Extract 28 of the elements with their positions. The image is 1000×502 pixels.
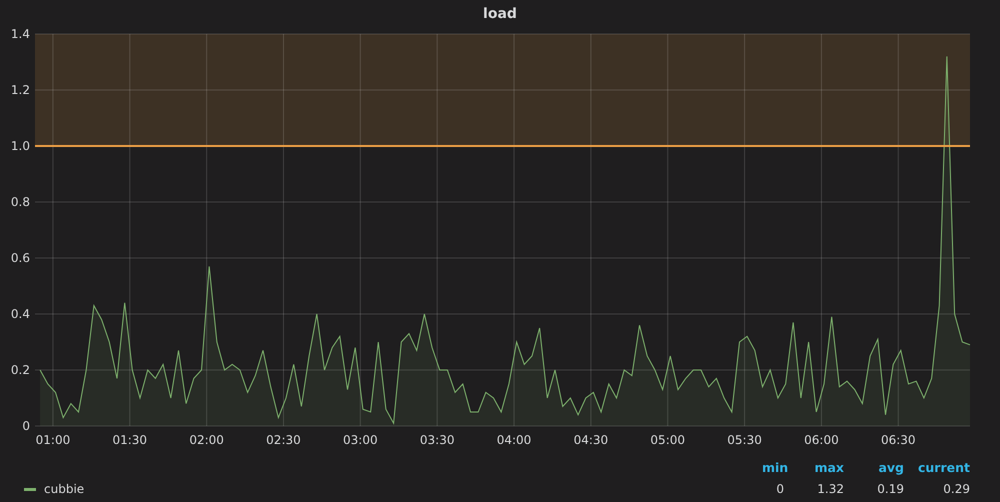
x-tick-label: 04:00: [496, 433, 532, 447]
x-tick-label: 02:00: [189, 433, 224, 447]
legend-column-header[interactable]: avg: [844, 460, 904, 474]
x-tick-label: 04:30: [574, 433, 608, 447]
legend-value: 1.32: [816, 482, 844, 496]
y-tick-label: 0.2: [10, 363, 30, 377]
legend-column-header[interactable]: current: [904, 460, 970, 474]
x-tick-label: 06:00: [804, 433, 839, 447]
y-tick-label: 1.4: [10, 28, 30, 41]
series-name[interactable]: cubbie: [44, 482, 84, 496]
panel-title[interactable]: load: [483, 6, 517, 22]
x-tick-label: 01:00: [36, 433, 70, 447]
y-tick-label: 1.2: [10, 83, 30, 97]
x-tick-label: 03:00: [343, 433, 378, 447]
x-tick-label: 02:30: [266, 433, 301, 447]
y-tick-label: 0: [22, 419, 30, 433]
x-tick-label: 06:30: [880, 433, 916, 447]
x-tick-label: 03:30: [420, 433, 454, 447]
x-tick-label: 05:30: [727, 433, 762, 447]
y-tick-label: 0.4: [10, 307, 30, 321]
y-tick-label: 0.6: [10, 251, 30, 265]
legend-value: 0.29: [942, 482, 970, 496]
legend-value: 0: [775, 482, 784, 496]
y-tick-label: 0.8: [10, 195, 30, 209]
x-tick-label: 05:00: [650, 433, 686, 447]
x-tick-label: 01:30: [112, 433, 148, 447]
legend-value: 0.19: [876, 482, 904, 496]
y-tick-label: 1.0: [10, 139, 30, 153]
